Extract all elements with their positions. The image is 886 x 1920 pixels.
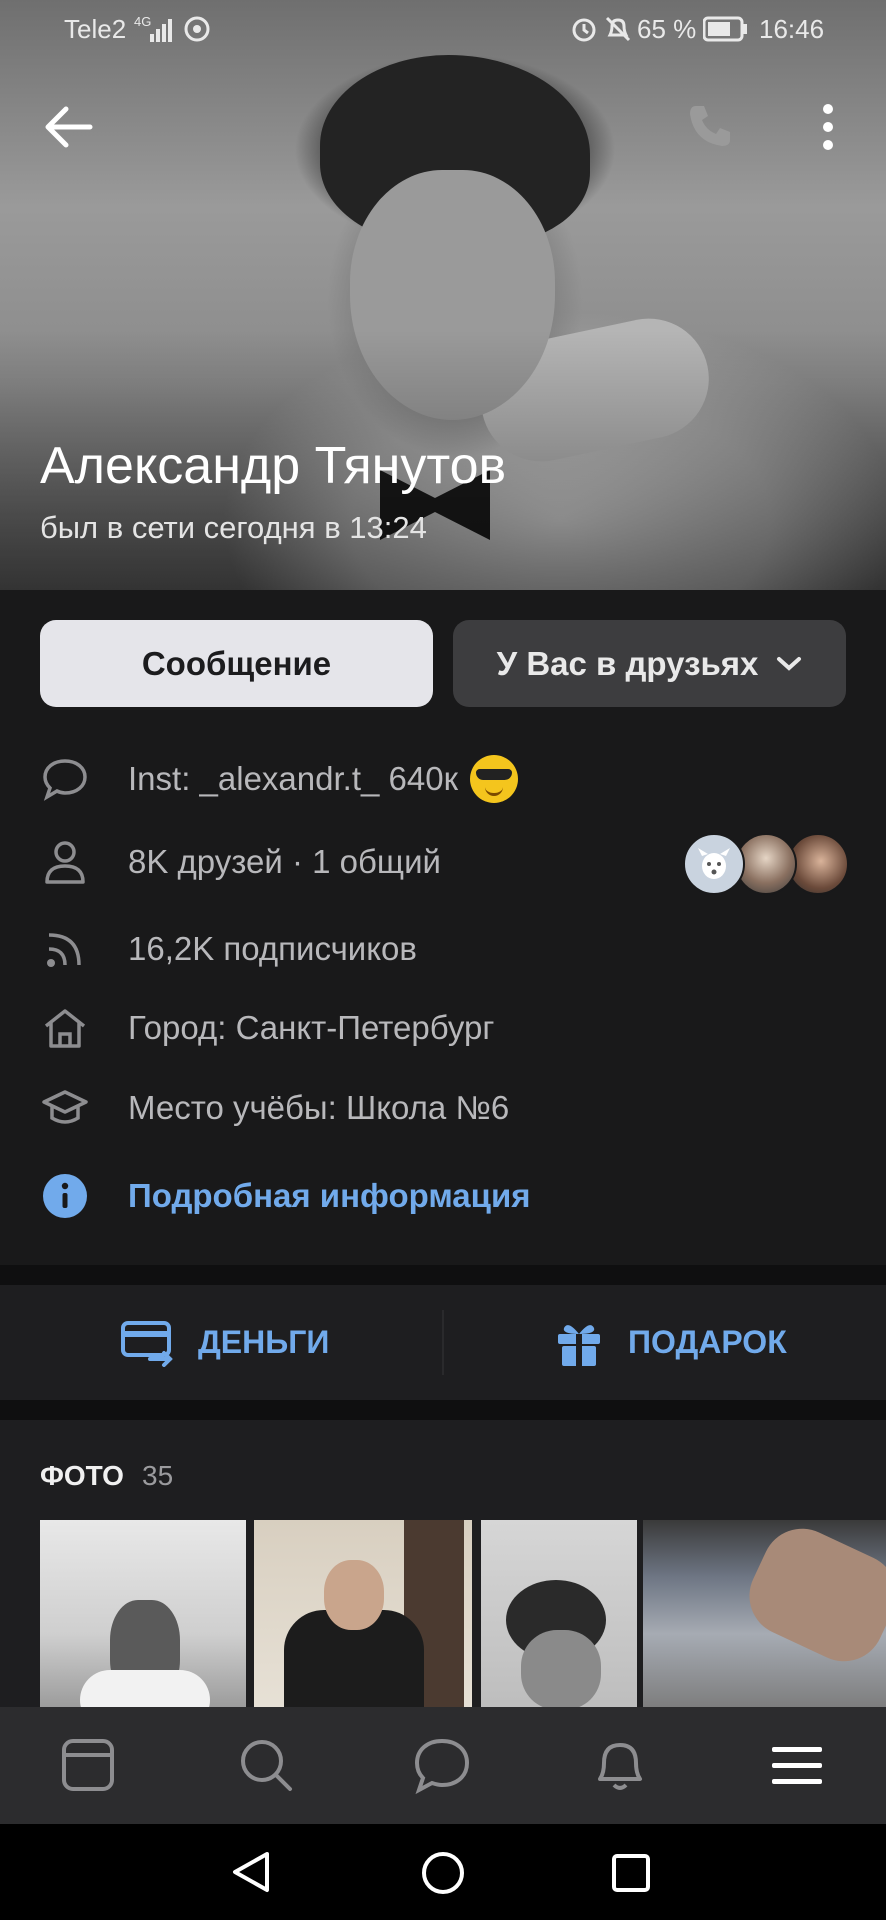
clock: 16:46 bbox=[759, 14, 825, 44]
profile-cover-photo[interactable] bbox=[0, 0, 886, 590]
status-text: Inst: _alexandr.t_ 640к bbox=[128, 760, 458, 797]
friend-status-button[interactable]: У Вас в друзьях bbox=[453, 620, 846, 707]
gift-icon bbox=[558, 1324, 600, 1366]
city-row: Город: Санкт-Петербург bbox=[40, 998, 494, 1058]
school-text: Место учёбы: Школа №6 bbox=[128, 1089, 510, 1126]
status-row: Inst: _alexandr.t_ 640к bbox=[40, 749, 518, 809]
money-transfer-icon bbox=[121, 1320, 173, 1367]
last-seen-text: был в сети сегодня в 13:24 bbox=[40, 510, 427, 545]
arrow-left-icon[interactable] bbox=[42, 105, 94, 149]
followers-row[interactable]: 16,2K подписчиков bbox=[40, 919, 417, 979]
bottom-tab-bar bbox=[0, 1707, 886, 1824]
photo-thumbnail[interactable] bbox=[254, 1520, 472, 1710]
friends-count-text: 8K друзей · 1 общий bbox=[128, 843, 441, 880]
carrier-label: Tele2 bbox=[64, 14, 127, 44]
system-home-icon[interactable] bbox=[420, 1850, 466, 1896]
search-icon[interactable] bbox=[236, 1735, 296, 1795]
divider bbox=[0, 1265, 886, 1285]
news-feed-icon[interactable] bbox=[58, 1735, 118, 1795]
photo-thumbnail[interactable] bbox=[40, 1520, 246, 1710]
system-back-icon[interactable] bbox=[229, 1850, 273, 1894]
system-recents-icon[interactable] bbox=[610, 1852, 652, 1894]
friend-status-label: У Вас в друзьях bbox=[496, 644, 759, 682]
money-button[interactable]: ДЕНЬГИ bbox=[120, 1285, 329, 1400]
chevron-down-icon bbox=[777, 656, 802, 671]
followers-count-text: 16,2K подписчиков bbox=[128, 930, 417, 967]
gift-button[interactable]: ПОДАРОК bbox=[554, 1285, 787, 1400]
info-icon bbox=[40, 1171, 90, 1221]
school-row: Место учёбы: Школа №6 bbox=[40, 1078, 509, 1138]
city-text: Город: Санкт-Петербург bbox=[128, 1009, 495, 1046]
photo-thumbnail[interactable] bbox=[643, 1520, 886, 1710]
profile-name: Александр Тянутов bbox=[40, 437, 507, 495]
network-label: 4G bbox=[134, 14, 152, 29]
signal-icon bbox=[150, 19, 172, 42]
battery-percent: 65 % bbox=[637, 14, 697, 44]
photos-section: ФОТО 35 bbox=[0, 1420, 886, 1710]
divider bbox=[0, 1400, 886, 1420]
photos-count: 35 bbox=[142, 1460, 174, 1491]
system-navigation-bar bbox=[0, 1824, 886, 1920]
dog-avatar-icon bbox=[683, 833, 745, 895]
speech-bubble-icon bbox=[40, 754, 90, 804]
person-icon bbox=[40, 837, 90, 887]
home-icon bbox=[40, 1003, 90, 1053]
alarm-icon bbox=[572, 18, 596, 42]
divider bbox=[442, 1310, 444, 1375]
friends-row[interactable]: 8K друзей · 1 общий bbox=[40, 832, 441, 892]
menu-icon[interactable] bbox=[768, 1735, 828, 1795]
rss-feed-icon bbox=[40, 924, 90, 974]
quick-actions-bar: ДЕНЬГИ ПОДАРОК bbox=[0, 1285, 886, 1400]
message-button-label: Сообщение bbox=[141, 644, 332, 682]
messages-icon[interactable] bbox=[412, 1735, 472, 1795]
battery-icon bbox=[703, 16, 747, 42]
money-button-label: ДЕНЬГИ bbox=[198, 1324, 330, 1360]
mutual-friends-avatars[interactable] bbox=[683, 833, 849, 895]
photo-thumbnail[interactable] bbox=[481, 1520, 637, 1710]
photos-title[interactable]: ФОТО bbox=[40, 1460, 124, 1492]
sunglasses-emoji bbox=[470, 755, 518, 803]
gift-button-label: ПОДАРОК bbox=[628, 1324, 787, 1360]
message-button[interactable]: Сообщение bbox=[40, 620, 433, 707]
phone-icon[interactable] bbox=[686, 102, 734, 150]
graduation-cap-icon bbox=[40, 1083, 90, 1133]
more-vertical-icon[interactable] bbox=[818, 103, 838, 151]
detailed-info-label: Подробная информация bbox=[128, 1177, 531, 1214]
chrome-icon bbox=[184, 16, 210, 42]
mute-notifications-icon bbox=[605, 16, 631, 42]
detailed-info-link[interactable]: Подробная информация bbox=[40, 1166, 531, 1226]
notifications-bell-icon[interactable] bbox=[590, 1735, 650, 1795]
